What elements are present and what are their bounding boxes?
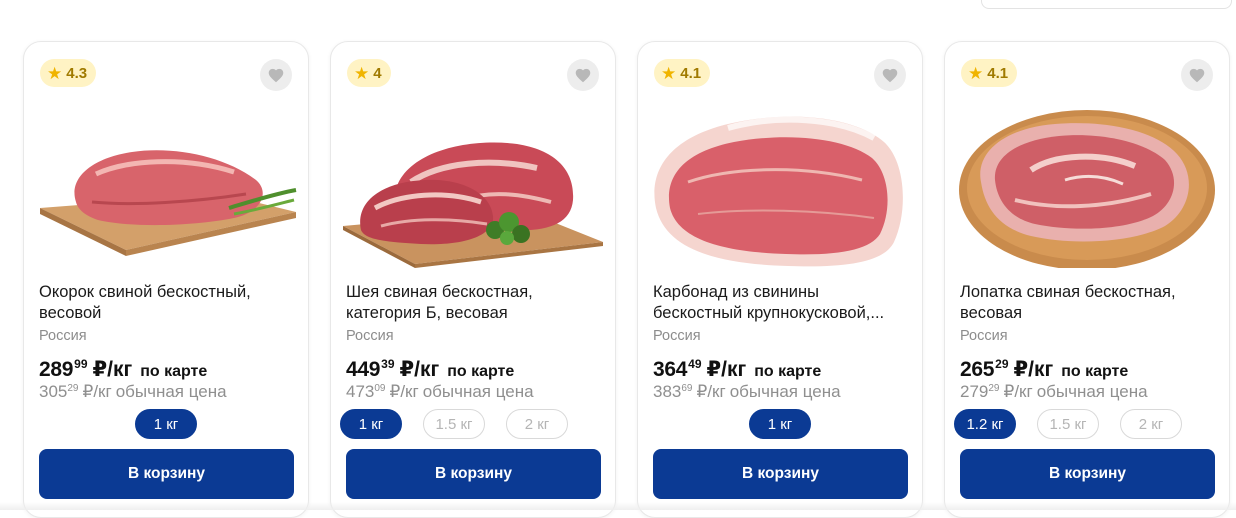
card-price-note: по карте (1061, 363, 1129, 380)
regular-price-note: обычная цена (115, 382, 227, 401)
product-title[interactable]: Карбонад из свинины бескостный крупнокус… (653, 282, 909, 324)
regular-price-integer: 305 (39, 382, 68, 401)
weight-option[interactable]: 1 кг (340, 409, 402, 439)
card-price-note: по карте (140, 363, 208, 380)
star-icon: ★ (354, 63, 370, 83)
heart-icon (575, 68, 591, 83)
regular-price-unit: ₽/кг (1003, 382, 1033, 401)
rating-value: 4.3 (66, 64, 88, 82)
product-title[interactable]: Шея свиная бескостная, категория Б, весо… (346, 282, 602, 324)
product-origin: Россия (653, 328, 701, 344)
weight-selector: 1 кг 1.5 кг 2 кг (331, 409, 615, 439)
card-price-kopecks: 99 (74, 357, 88, 371)
card-price-kopecks: 29 (995, 357, 1009, 371)
bottom-scroll-shadow (0, 502, 1236, 510)
card-price-integer: 265 (960, 358, 995, 381)
rating-badge: ★ 4.3 (40, 59, 97, 87)
product-title[interactable]: Окорок свиной бескостный, весовой (39, 282, 295, 324)
card-price-unit: ₽/кг (706, 358, 747, 381)
rating-value: 4.1 (680, 64, 702, 82)
regular-price-integer: 383 (653, 382, 682, 401)
heart-icon (1189, 68, 1205, 83)
product-image[interactable] (648, 90, 912, 268)
regular-price-note: обычная цена (729, 382, 841, 401)
weight-option[interactable]: 1.2 кг (954, 409, 1016, 439)
rating-value: 4 (373, 64, 382, 82)
product-title[interactable]: Лопатка свиная бескостная, весовая (960, 282, 1216, 324)
card-price-kopecks: 49 (688, 357, 702, 371)
add-to-cart-button[interactable]: В корзину (960, 449, 1215, 499)
card-price-integer: 449 (346, 358, 381, 381)
weight-option[interactable]: 1.5 кг (423, 409, 485, 439)
add-to-cart-button[interactable]: В корзину (653, 449, 908, 499)
card-price-note: по карте (754, 363, 822, 380)
card-price-integer: 289 (39, 358, 74, 381)
add-to-cart-button[interactable]: В корзину (39, 449, 294, 499)
rating-value: 4.1 (987, 64, 1009, 82)
product-image[interactable] (341, 90, 605, 268)
heart-icon (268, 68, 284, 83)
product-origin: Россия (960, 328, 1008, 344)
weight-option[interactable]: 2 кг (506, 409, 568, 439)
product-image[interactable] (955, 90, 1219, 268)
weight-option[interactable]: 1 кг (135, 409, 197, 439)
pork-neck-on-board-image (343, 142, 603, 268)
regular-price-integer: 473 (346, 382, 375, 401)
regular-price-integer: 279 (960, 382, 989, 401)
regular-price-kopecks: 29 (988, 383, 1000, 394)
product-origin: Россия (346, 328, 394, 344)
regular-price-unit: ₽/кг (389, 382, 419, 401)
regular-price: 305 29 ₽/кг обычная цена (39, 382, 227, 402)
regular-price-kopecks: 09 (374, 383, 386, 394)
star-icon: ★ (661, 63, 677, 83)
product-origin: Россия (39, 328, 87, 344)
card-price-unit: ₽/кг (92, 358, 133, 381)
add-to-cart-button[interactable]: В корзину (346, 449, 601, 499)
favorite-button[interactable] (260, 59, 292, 91)
product-card[interactable]: ★ 4.3 Окорок свиной бескостный, весовой … (23, 41, 309, 518)
top-dropdown-field[interactable] (981, 0, 1232, 9)
weight-option[interactable]: 1 кг (749, 409, 811, 439)
card-price-integer: 364 (653, 358, 688, 381)
regular-price-unit: ₽/кг (696, 382, 726, 401)
regular-price: 383 69 ₽/кг обычная цена (653, 382, 841, 402)
card-price-note: по карте (447, 363, 515, 380)
card-price: 449 39 ₽/кг по карте (346, 357, 514, 382)
regular-price: 473 09 ₽/кг обычная цена (346, 382, 534, 402)
rating-badge: ★ 4 (347, 59, 391, 87)
star-icon: ★ (47, 63, 63, 83)
favorite-button[interactable] (874, 59, 906, 91)
regular-price-kopecks: 69 (681, 383, 693, 394)
pork-ham-on-board-image (40, 150, 297, 256)
card-price-kopecks: 39 (381, 357, 395, 371)
heart-icon (882, 68, 898, 83)
favorite-button[interactable] (1181, 59, 1213, 91)
product-card[interactable]: ★ 4 Шея свиная бескостная, категория Б, … (330, 41, 616, 518)
weight-selector: 1 кг (638, 409, 922, 439)
product-card[interactable]: ★ 4.1 Карбонад из свинины бескостный кру… (637, 41, 923, 518)
weight-option[interactable]: 2 кг (1120, 409, 1182, 439)
card-price: 364 49 ₽/кг по карте (653, 357, 821, 382)
regular-price-kopecks: 29 (67, 383, 79, 394)
weight-option[interactable]: 1.5 кг (1037, 409, 1099, 439)
rating-badge: ★ 4.1 (961, 59, 1018, 87)
card-price-unit: ₽/кг (399, 358, 440, 381)
pork-shoulder-on-round-board-image (959, 110, 1215, 268)
rating-badge: ★ 4.1 (654, 59, 711, 87)
regular-price-note: обычная цена (422, 382, 534, 401)
weight-selector: 1.2 кг 1.5 кг 2 кг (945, 409, 1229, 439)
card-price: 289 99 ₽/кг по карте (39, 357, 207, 382)
regular-price-note: обычная цена (1036, 382, 1148, 401)
card-price-unit: ₽/кг (1013, 358, 1054, 381)
pork-loin-image (654, 116, 903, 267)
product-grid: ★ 4.3 Окорок свиной бескостный, весовой … (23, 41, 1230, 518)
product-image[interactable] (34, 90, 298, 268)
card-price: 265 29 ₽/кг по карте (960, 357, 1128, 382)
regular-price: 279 29 ₽/кг обычная цена (960, 382, 1148, 402)
favorite-button[interactable] (567, 59, 599, 91)
regular-price-unit: ₽/кг (82, 382, 112, 401)
star-icon: ★ (968, 63, 984, 83)
weight-selector: 1 кг (24, 409, 308, 439)
product-card[interactable]: ★ 4.1 Лопатка свиная бескостная, весовая… (944, 41, 1230, 518)
